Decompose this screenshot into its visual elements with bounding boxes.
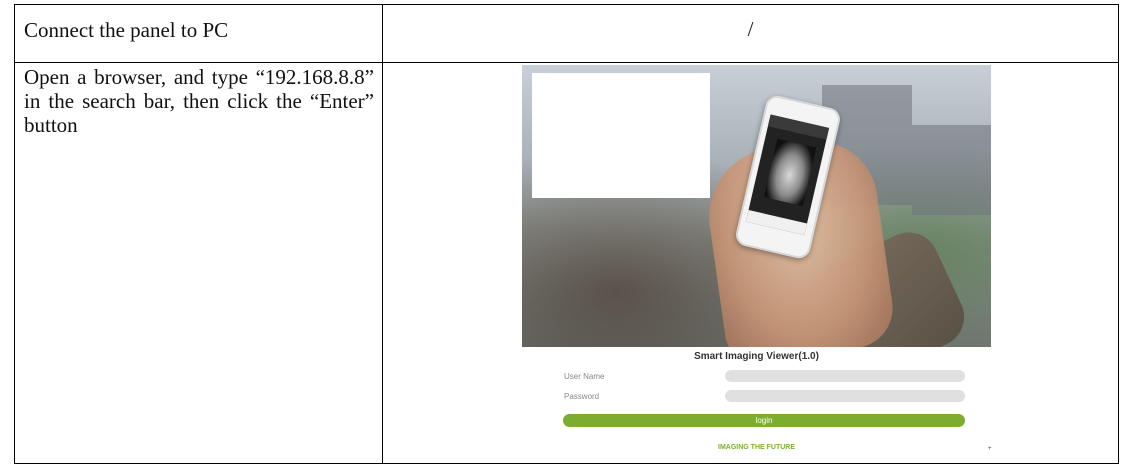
login-screenshot: Smart Imaging Viewer(1.0) User Name Pass… [383,63,1118,463]
step-text: Connect the panel to PC [24,18,229,42]
step-cell: Connect the panel to PC [14,4,383,63]
password-label: Password [564,392,600,401]
document-page: Connect the panel to PC / Open a browser… [0,0,1131,466]
step-text: Open a browser, and type “192.168.8.8” i… [24,65,374,137]
result-cell: Smart Imaging Viewer(1.0) User Name Pass… [382,62,1119,464]
phone-screen [745,114,830,236]
blank-overlay-box [532,73,710,198]
tagline: IMAGING THE FUTURE [718,444,795,451]
username-input[interactable] [725,370,965,382]
app-title: Smart Imaging Viewer(1.0) [694,351,819,362]
password-input[interactable] [725,390,965,402]
table-row: Open a browser, and type “192.168.8.8” i… [14,62,1119,464]
phone-app-bar [767,114,830,140]
corner-mark: + [988,446,992,452]
steps-table: Connect the panel to PC / Open a browser… [14,4,1119,464]
login-button[interactable]: login [563,414,965,427]
xray-hand-image [763,138,817,207]
background-building [912,125,991,215]
result-text: / [747,17,754,41]
hero-photo [522,65,991,347]
step-cell: Open a browser, and type “192.168.8.8” i… [14,62,383,464]
table-row: Connect the panel to PC / [14,4,1119,63]
result-cell: / [382,4,1119,63]
username-label: User Name [564,372,605,381]
phone-bottom-bar [745,209,808,236]
